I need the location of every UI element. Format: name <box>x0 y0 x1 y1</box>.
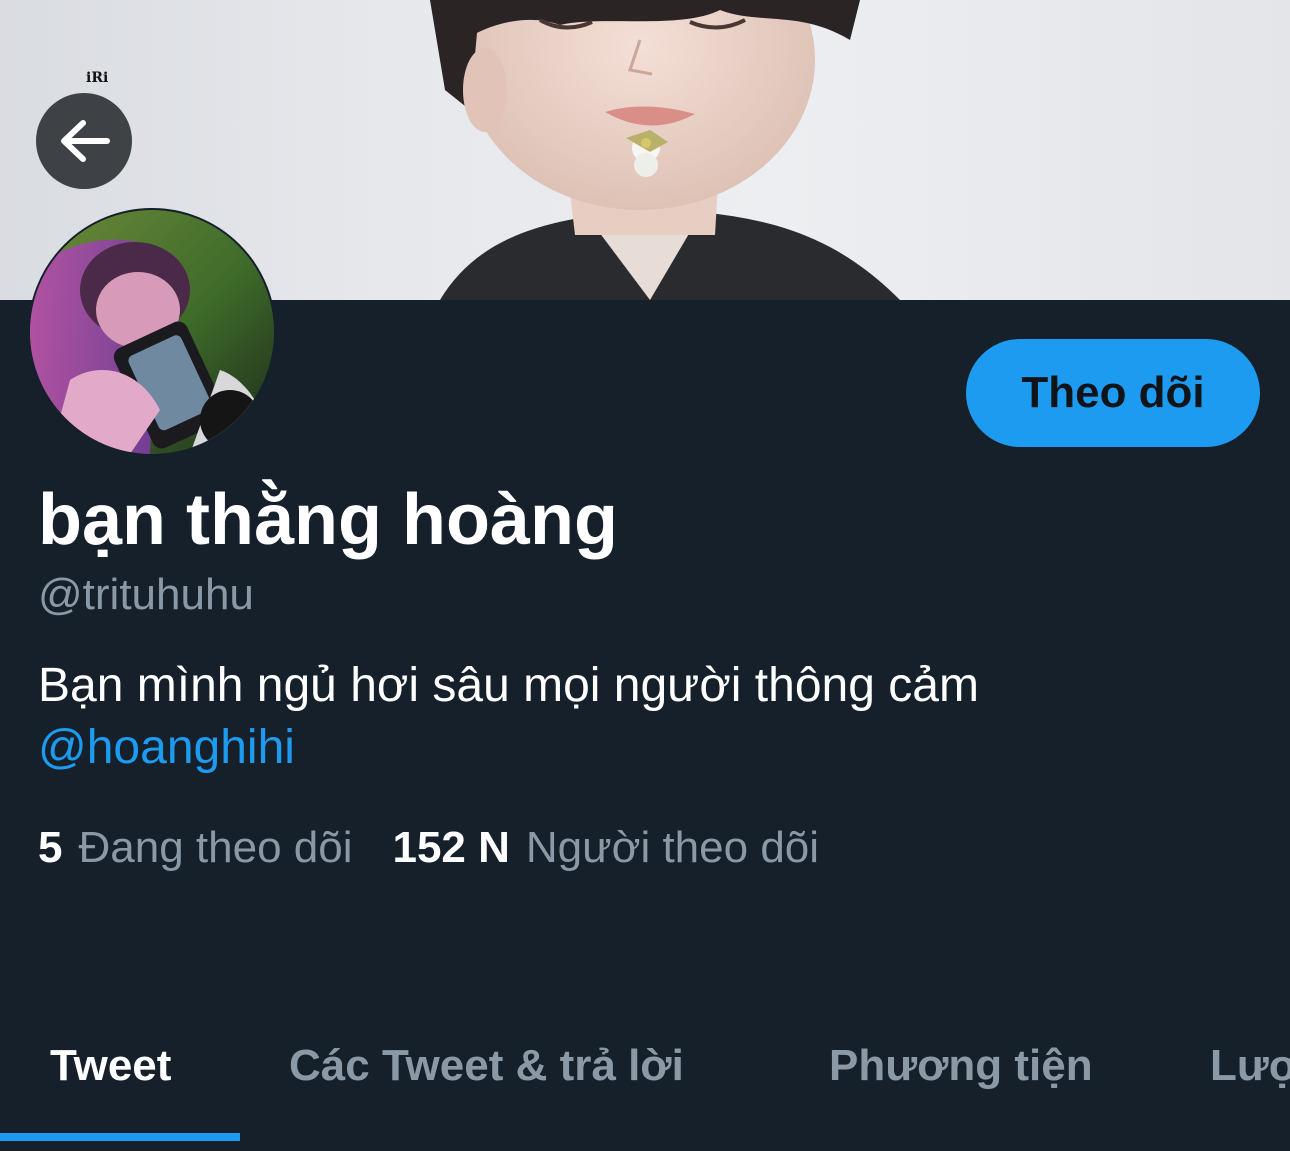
profile-page: iRi Theo dõi bạn thằng hoàng @trituhuhu … <box>0 0 1290 1151</box>
tab-tweets-and-replies[interactable]: Các Tweet & trả lời <box>289 1044 684 1088</box>
user-handle: @trituhuhu <box>38 570 254 619</box>
profile-bio: Bạn mình ngủ hơi sâu mọi người thông cảm… <box>38 655 1238 779</box>
active-tab-indicator <box>0 1133 240 1141</box>
followers-count: 152 N <box>392 823 510 872</box>
follow-button[interactable]: Theo dõi <box>966 339 1260 447</box>
followers-label: Người theo dõi <box>525 823 820 872</box>
following-stat[interactable]: 5 Đang theo dõi <box>38 826 352 870</box>
bio-text: Bạn mình ngủ hơi sâu mọi người thông cảm <box>38 659 979 712</box>
display-name: bạn thằng hoàng <box>38 480 618 560</box>
avatar[interactable] <box>28 208 276 456</box>
bio-mention-link[interactable]: @hoanghihi <box>38 717 1238 779</box>
profile-tabs: Tweet Các Tweet & trả lời Phương tiện Lư… <box>0 1020 1290 1151</box>
tab-likes[interactable]: Lượt thích <box>1210 1044 1290 1088</box>
banner-watermark: iRi <box>86 70 109 86</box>
follow-stats: 5 Đang theo dõi 152 N Người theo dõi <box>38 826 819 870</box>
tab-media[interactable]: Phương tiện <box>829 1044 1093 1088</box>
arrow-left-icon <box>61 120 110 162</box>
avatar-photo <box>30 210 274 454</box>
back-button[interactable] <box>36 93 132 189</box>
tab-tweets[interactable]: Tweet <box>50 1044 171 1088</box>
following-label: Đang theo dõi <box>78 823 353 872</box>
followers-stat[interactable]: 152 N Người theo dõi <box>392 826 819 870</box>
following-count: 5 <box>38 823 63 872</box>
